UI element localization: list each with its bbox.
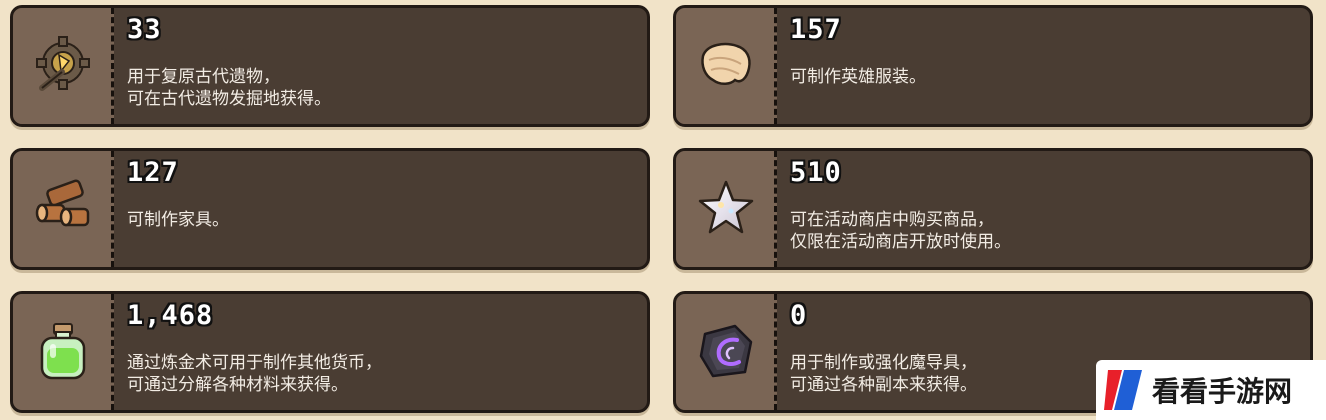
item-count: 157 bbox=[790, 14, 842, 45]
watermark-text: 看看手游网 bbox=[1152, 375, 1293, 408]
item-card-wood[interactable]: 127 可制作家具。 bbox=[10, 148, 650, 270]
item-count: 0 bbox=[790, 300, 808, 331]
icon-slot bbox=[676, 8, 777, 124]
potion-bottle-icon bbox=[40, 323, 86, 380]
item-card-relic-tool[interactable]: 33 用于复原古代遗物， 可在古代遗物发掘地获得。 bbox=[10, 5, 650, 127]
item-count: 510 bbox=[790, 157, 842, 188]
item-description: 可制作英雄服装。 bbox=[790, 67, 926, 87]
cloth-icon bbox=[701, 42, 751, 85]
item-description: 用于复原古代遗物， 可在古代遗物发掘地获得。 bbox=[127, 67, 331, 109]
item-description: 通过炼金术可用于制作其他货币， 可通过分解各种材料来获得。 bbox=[127, 353, 382, 395]
relic-tool-icon bbox=[36, 36, 90, 91]
wood-logs-icon bbox=[35, 179, 90, 227]
item-description: 可制作家具。 bbox=[127, 210, 229, 230]
item-count: 1,468 bbox=[127, 300, 214, 331]
item-card-alchemy-potion[interactable]: 1,468 通过炼金术可用于制作其他货币， 可通过分解各种材料来获得。 bbox=[10, 291, 650, 413]
icon-slot bbox=[676, 151, 777, 267]
icon-slot bbox=[13, 8, 114, 124]
rune-stone-icon bbox=[699, 324, 753, 378]
item-description: 用于制作或强化魔导具， 可通过各种副本来获得。 bbox=[790, 353, 977, 395]
item-card-star-stone[interactable]: 510 可在活动商店中购买商品， 仅限在活动商店开放时使用。 bbox=[673, 148, 1313, 270]
icon-slot bbox=[13, 151, 114, 267]
icon-slot bbox=[13, 294, 114, 410]
site-logo-icon bbox=[1104, 370, 1142, 410]
item-card-cloth[interactable]: 157 可制作英雄服装。 bbox=[673, 5, 1313, 127]
icon-slot bbox=[676, 294, 777, 410]
site-watermark: 看看手游网 bbox=[1096, 360, 1326, 420]
item-description: 可在活动商店中购买商品， 仅限在活动商店开放时使用。 bbox=[790, 210, 1011, 252]
star-icon bbox=[698, 180, 754, 234]
item-count: 33 bbox=[127, 14, 162, 45]
item-count: 127 bbox=[127, 157, 179, 188]
